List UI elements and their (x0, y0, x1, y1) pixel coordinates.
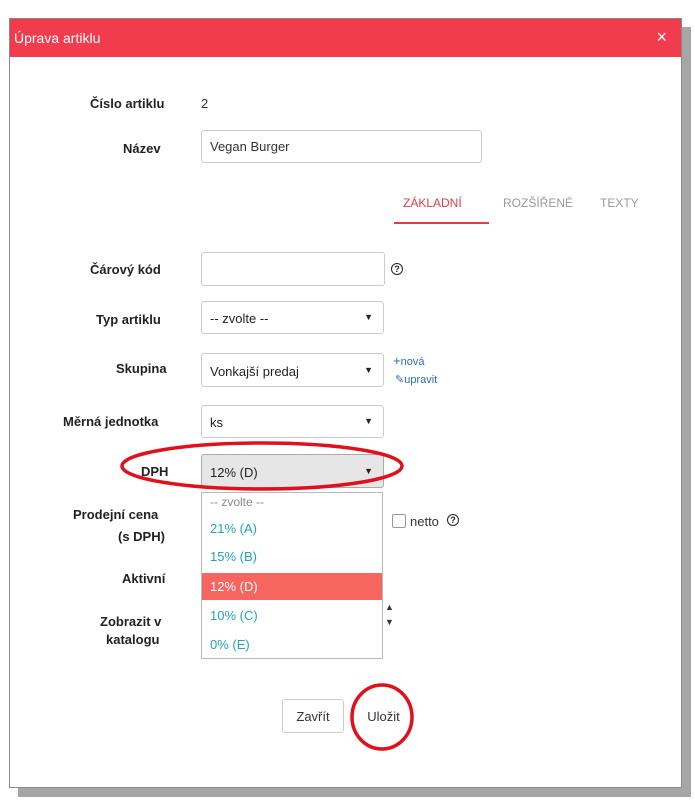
group-select[interactable]: Vonkajší predaj ▼ (201, 353, 384, 387)
article-type-value: -- zvolte -- (210, 311, 269, 326)
vat-option[interactable]: 0% (E) (202, 632, 382, 656)
vat-option-selected[interactable]: 12% (D) (202, 573, 382, 600)
name-label: Název (123, 141, 161, 156)
catalog-spinner[interactable]: ▲ ▼ (383, 600, 397, 632)
vat-option[interactable]: 15% (B) (202, 544, 382, 568)
vat-option[interactable]: 21% (A) (202, 516, 382, 540)
edit-article-modal: Úprava artiklu × Číslo artiklu 2 Název Z… (9, 18, 682, 788)
chevron-down-icon: ▼ (364, 416, 373, 426)
barcode-label: Čárový kód (90, 262, 161, 277)
vat-option[interactable]: 10% (C) (202, 603, 382, 627)
name-input[interactable] (201, 130, 482, 163)
price-label-line1: Prodejní cena (73, 507, 159, 522)
plus-icon: + (393, 353, 401, 368)
spinner-up-icon[interactable]: ▲ (385, 602, 394, 612)
group-value: Vonkajší predaj (210, 364, 299, 379)
netto-checkbox[interactable] (392, 514, 406, 528)
catalog-label-line2: katalogu (106, 632, 160, 647)
vat-option-label: 15% (B) (210, 549, 257, 564)
netto-label: netto (410, 514, 439, 529)
save-button[interactable]: Uložit (355, 699, 412, 733)
article-number-value: 2 (201, 96, 209, 111)
vat-option-label: 0% (E) (210, 637, 250, 652)
vat-option[interactable]: -- zvolte -- (202, 493, 382, 513)
add-group-label: nová (400, 356, 425, 368)
vat-option-label: 10% (C) (210, 608, 258, 623)
edit-group-label: upravit (404, 374, 438, 386)
add-group-link[interactable]: +nová (393, 353, 424, 368)
save-button-label: Uložit (367, 709, 400, 724)
active-label: Aktivní (122, 571, 166, 586)
spinner-down-icon[interactable]: ▼ (385, 617, 394, 627)
price-label-line2: (s DPH) (118, 529, 165, 544)
vat-value: 12% (D) (210, 465, 258, 480)
unit-label: Měrná jednotka (63, 414, 159, 429)
modal-title: Úprava artiklu (14, 30, 101, 46)
modal-header: Úprava artiklu × (10, 19, 681, 57)
article-type-select[interactable]: -- zvolte -- ▼ (201, 301, 384, 334)
chevron-down-icon: ▼ (364, 466, 373, 476)
close-icon[interactable]: × (656, 28, 667, 46)
vat-select[interactable]: 12% (D) ▼ (201, 454, 384, 488)
help-icon: ? (391, 263, 403, 275)
tab-texts[interactable]: TEXTY (600, 196, 639, 210)
chevron-down-icon: ▼ (364, 312, 373, 322)
vat-option-label: 21% (A) (210, 521, 257, 536)
edit-icon: ✎ (395, 374, 405, 386)
close-button[interactable]: Zavřít (282, 699, 344, 733)
tab-basic[interactable]: ZÁKLADNÍ (403, 196, 462, 210)
vat-label: DPH (141, 464, 169, 479)
vat-option-label: -- zvolte -- (210, 495, 264, 509)
vat-option-label: 12% (D) (210, 579, 258, 594)
unit-value: ks (210, 415, 223, 430)
close-button-label: Zavřít (296, 709, 330, 724)
article-type-label: Typ artiklu (96, 312, 161, 327)
group-label: Skupina (116, 361, 167, 376)
vat-dropdown-list: -- zvolte -- 21% (A) 15% (B) 12% (D) 10%… (201, 492, 383, 659)
catalog-label-line1: Zobrazit v (100, 614, 162, 629)
edit-group-link[interactable]: ✎upravit (395, 373, 437, 386)
help-icon: ? (447, 514, 459, 526)
active-tab-indicator (394, 222, 489, 224)
chevron-down-icon: ▼ (364, 365, 373, 375)
barcode-input[interactable] (201, 252, 385, 286)
unit-select[interactable]: ks ▼ (201, 405, 384, 438)
article-number-label: Číslo artiklu (90, 96, 165, 111)
tab-extended[interactable]: ROZŠÍŘENÉ (503, 196, 573, 210)
